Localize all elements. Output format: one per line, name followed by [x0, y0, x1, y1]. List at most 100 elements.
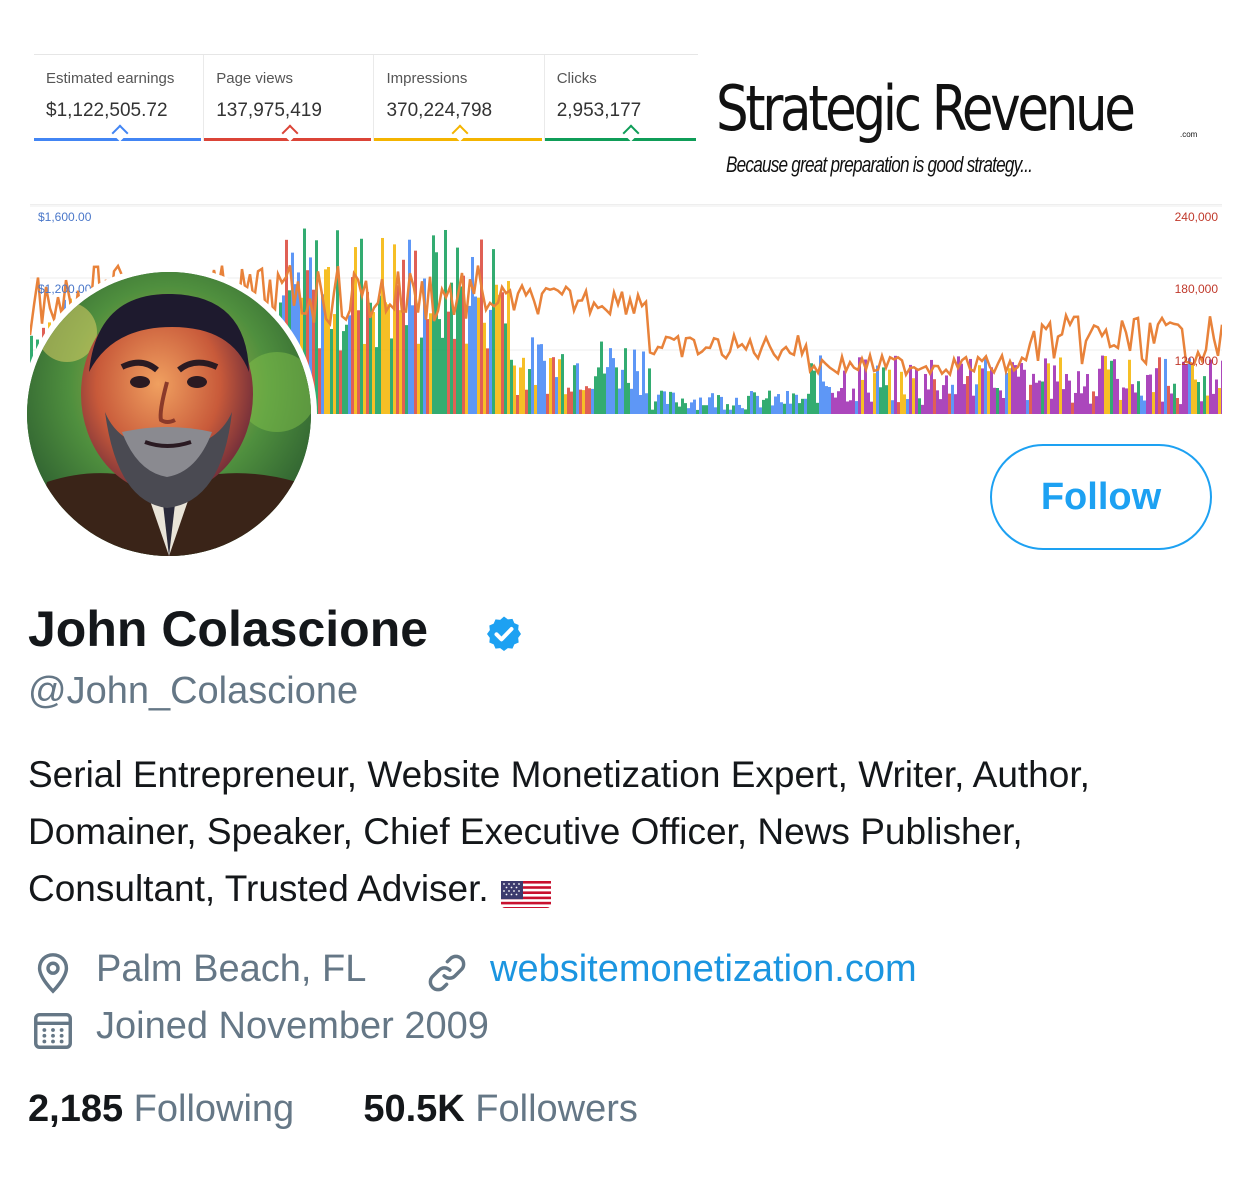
chart-bar [690, 402, 693, 414]
chart-bar [498, 294, 501, 414]
followers-link[interactable]: 50.5K Followers [363, 1088, 638, 1130]
chart-bar [387, 304, 390, 414]
chart-bar [861, 379, 864, 414]
chart-bar [342, 331, 345, 414]
chart-bar [1026, 400, 1029, 414]
chart-bar [1074, 392, 1077, 414]
chart-bar [444, 229, 447, 414]
chart-bar [840, 388, 843, 414]
chart-bar [564, 394, 567, 414]
chart-bar [885, 385, 888, 414]
chart-bar [378, 295, 381, 414]
chart-bar [999, 390, 1002, 414]
chart-bar [315, 240, 318, 414]
chart-bar [1212, 393, 1215, 414]
chart-bar [636, 371, 639, 414]
bio-text: Serial Entrepreneur, Website Monetizatio… [28, 754, 1090, 909]
chart-bar [1164, 358, 1167, 414]
chart-bar [711, 393, 714, 414]
chart-bar [963, 384, 966, 414]
chart-bar [786, 391, 789, 414]
chart-bar [438, 319, 441, 414]
chart-bar [531, 337, 534, 414]
chart-bar [453, 338, 456, 414]
chart-bar [357, 310, 360, 414]
chart-bar [747, 395, 750, 414]
chart-bar [852, 388, 855, 414]
chart-bar [921, 404, 924, 414]
chart-bar [1020, 363, 1023, 414]
chart-bar [594, 376, 597, 414]
chart-bar [435, 252, 438, 414]
chart-bar [522, 357, 525, 414]
followers-label: Followers [475, 1088, 638, 1130]
chart-bar [330, 328, 333, 414]
chart-left-axis-label-top: $1,600.00 [38, 210, 92, 224]
avatar-portrait [27, 272, 311, 556]
chart-bar [537, 344, 540, 414]
chart-bar [663, 391, 666, 414]
chart-bar [573, 365, 576, 414]
chart-bar [783, 403, 786, 414]
following-link[interactable]: 2,185 Following [28, 1088, 305, 1130]
brand-title: Strategic Revenue [716, 72, 1136, 145]
chart-bar [384, 302, 387, 414]
follow-button[interactable]: Follow [990, 444, 1212, 550]
chart-bar [768, 390, 771, 414]
chart-bar [897, 402, 900, 414]
chart-bar [372, 312, 375, 414]
chart-right-axis-label-low: 120,000 [1174, 354, 1218, 368]
chart-bar [867, 392, 870, 414]
chart-bar [597, 367, 600, 414]
chart-bar [990, 367, 993, 414]
following-label: Following [133, 1088, 295, 1130]
chart-bar [657, 394, 660, 414]
chart-bar [408, 239, 411, 414]
chart-bar [582, 390, 585, 414]
chart-bar [429, 313, 432, 414]
chart-bar [390, 338, 393, 414]
chart-bar [927, 389, 930, 414]
chart-bar [978, 365, 981, 414]
chart-bar [696, 409, 699, 414]
chart-bar [1056, 381, 1059, 414]
chart-bar [1203, 376, 1206, 414]
chart-bar [1137, 381, 1140, 414]
chart-bar [579, 389, 582, 414]
chart-bar [777, 394, 780, 414]
chart-bar [1089, 403, 1092, 414]
follow-counts: 2,185 Following 50.5K Followers [28, 1088, 638, 1131]
chart-bar [816, 402, 819, 414]
joined-date-text: Joined November 2009 [96, 1005, 489, 1047]
chart-bar [1158, 357, 1161, 414]
chart-bar [546, 393, 549, 414]
chart-bar [555, 377, 558, 414]
chart-bar [765, 398, 768, 414]
chart-bar [825, 386, 828, 414]
chart-bar [621, 369, 624, 414]
chart-bar [480, 239, 483, 414]
chart-bar [780, 402, 783, 414]
chart-bar [1071, 402, 1074, 414]
chart-bar [666, 403, 669, 414]
chart-bar [843, 370, 846, 414]
brand-tagline: Because great preparation is good strate… [726, 152, 1033, 177]
chart-bar [1005, 372, 1008, 414]
chart-bar [1113, 359, 1116, 414]
chart-bar [894, 355, 897, 414]
stat-label: Estimated earnings [46, 70, 175, 87]
chart-bar [381, 237, 384, 414]
chart-bar [1182, 361, 1185, 414]
chart-bar [1116, 378, 1119, 414]
chart-bar [483, 322, 486, 414]
chart-bar [660, 390, 663, 414]
chart-bar [789, 403, 792, 414]
chart-bar [324, 269, 327, 414]
chart-bar [567, 387, 570, 414]
chart-bar [1029, 384, 1032, 414]
chart-bar [729, 409, 732, 414]
chart-bar [915, 368, 918, 414]
website-link[interactable]: websitemonetization.com [490, 948, 917, 991]
chart-bar [642, 351, 645, 414]
avatar[interactable] [21, 266, 317, 562]
